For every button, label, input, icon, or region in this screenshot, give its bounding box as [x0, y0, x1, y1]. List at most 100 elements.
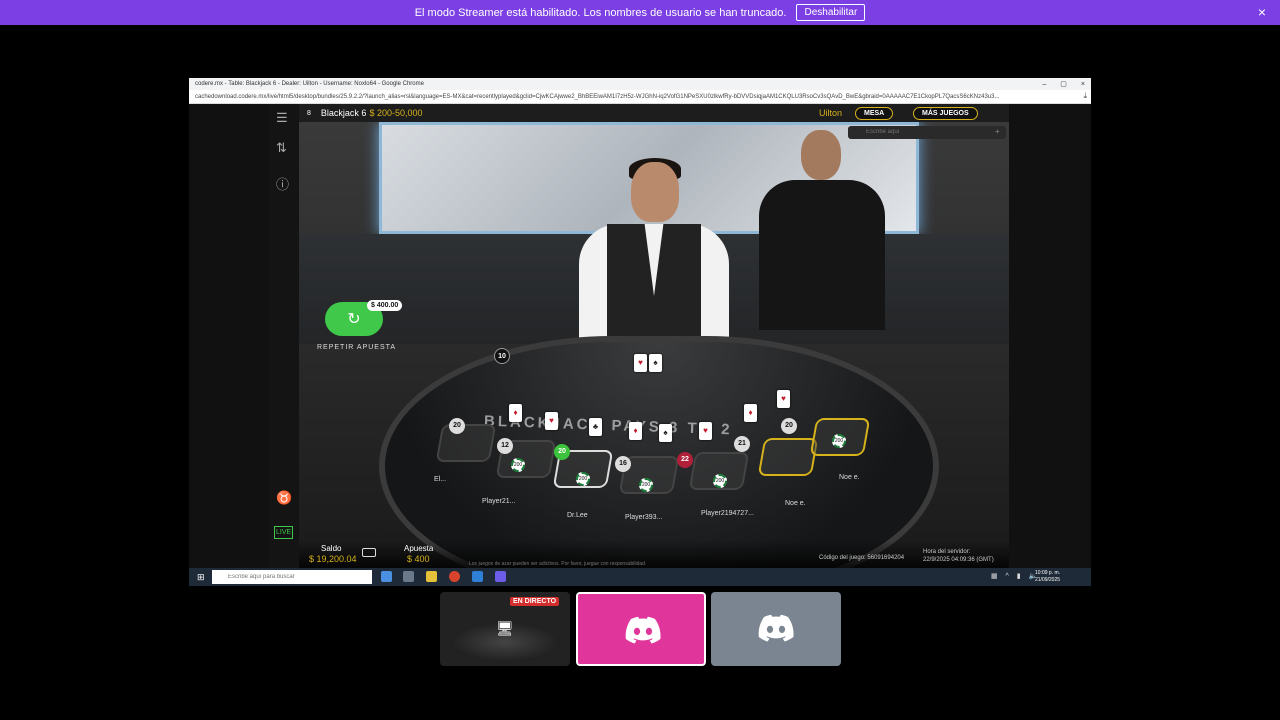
menu-icon[interactable]: ☰	[276, 110, 288, 126]
window-title: codere.mx - Table: Blackjack 6 - Dealer:…	[195, 81, 424, 87]
clock-time: 10:09 p. m.	[1035, 570, 1061, 576]
player-card: ♠	[659, 424, 672, 442]
hand-score: 21	[734, 436, 750, 452]
player-card: ♦	[629, 422, 642, 440]
bet-label: Apuesta	[404, 544, 434, 553]
screen-share-icon: 🖥	[496, 620, 514, 636]
discord-app-icon[interactable]	[495, 571, 506, 582]
deck-counter: 10	[494, 348, 510, 364]
player-name: Noe e.	[785, 500, 806, 507]
browser-window: codere.mx - Table: Blackjack 6 - Dealer:…	[189, 78, 1091, 586]
stream-preview-tile[interactable]: EN DIRECTO 🖥	[440, 592, 570, 666]
mesa-button[interactable]: MESA	[855, 107, 894, 120]
bet-chip: 200	[832, 434, 846, 448]
bet-chip: 200	[576, 472, 590, 486]
game-sidebar: ☰ ⇅ ⓘ ♉ LIVE	[269, 104, 299, 586]
discord-icon	[758, 614, 794, 642]
table-name: Blackjack 6	[320, 108, 367, 118]
url-text: cachedownload.codere.mx/live/html5/deskt…	[195, 93, 1000, 100]
balance-value: $ 19,200.04	[309, 554, 357, 564]
dealer-card: ♥	[634, 354, 647, 372]
more-games-button[interactable]: MÁS JUEGOS	[913, 107, 978, 120]
address-bar[interactable]: cachedownload.codere.mx/live/html5/deskt…	[189, 90, 1091, 104]
rebet-amount: $ 400.00	[367, 300, 403, 311]
live-video-scene: BLACKJACK PAYS 3 TO 2 ♥ ♠ ♦ ♥ ♣ ♦ ♠ ♥ ♦ …	[299, 122, 1009, 568]
streamer-mode-banner: El modo Streamer está habilitado. Los no…	[0, 0, 1280, 25]
discord-icon	[625, 616, 661, 644]
player-card: ♦	[744, 404, 757, 422]
bet-value: $ 400	[407, 554, 430, 564]
banner-message: El modo Streamer está habilitado. Los no…	[414, 6, 787, 19]
bet-chip: 200	[511, 458, 525, 472]
balance-toggle-icon[interactable]	[362, 548, 376, 557]
bet-chip: 200	[713, 474, 727, 488]
bet-spot-1[interactable]	[435, 424, 497, 462]
dealer-person	[569, 158, 739, 364]
discord-user-tile[interactable]	[576, 592, 706, 666]
dealer-card: ♠	[649, 354, 662, 372]
player-card: ♣	[589, 418, 602, 436]
table-limits: $ 200-50,000	[369, 108, 423, 118]
server-time-value: 22/9/2025 04:09:36 (GMT)	[923, 557, 994, 563]
game-bottombar: Saldo $ 19,200.04 Apuesta $ 400 Los jueg…	[299, 540, 1009, 568]
live-icon[interactable]: LIVE	[274, 526, 294, 539]
app-icon[interactable]	[472, 571, 483, 582]
player-card: ♥	[777, 390, 790, 408]
hand-score: 16	[615, 456, 631, 472]
window-controls: – ▢ ×	[1042, 78, 1085, 90]
close-window-icon[interactable]: ×	[1081, 81, 1085, 88]
info-icon[interactable]: ⓘ	[276, 174, 289, 193]
window-titlebar: codere.mx - Table: Blackjack 6 - Dealer:…	[189, 78, 1091, 90]
player-name: Noe e.	[839, 474, 860, 481]
player-name: El...	[434, 476, 447, 483]
chrome-icon[interactable]	[449, 571, 460, 582]
shuffler-person	[749, 126, 889, 330]
disclaimer-text: Los juegos de azar pueden ser adictivos.…	[469, 561, 647, 567]
taskbar-clock[interactable]: 10:09 p. m. 21/09/2025	[1035, 570, 1060, 584]
close-icon[interactable]: ×	[1258, 4, 1266, 20]
windows-taskbar: ⊞ ▦ ^ ▮ 🔈 10:09 p. m. 21/09/2025	[189, 568, 1091, 586]
player-card: ♥	[699, 422, 712, 440]
download-icon[interactable]: ⤓	[1083, 91, 1087, 101]
player-card: ♥	[545, 412, 558, 430]
seat-count: 8	[307, 109, 311, 117]
game-frame: ☰ ⇅ ⓘ ♉ LIVE 8 Blackjack 6 $ 200-50,000 …	[269, 104, 1009, 586]
player-name: Dr.Lee	[567, 512, 588, 519]
hand-score: 22	[677, 452, 693, 468]
hand-score: 20	[554, 444, 570, 460]
balance-label: Saldo	[321, 544, 342, 553]
hand-score: 12	[497, 438, 513, 454]
game-code: Código del juego: 56091694204	[819, 555, 905, 561]
folder-icon[interactable]	[426, 571, 437, 582]
bet-chip: 200	[639, 478, 653, 492]
server-time-label: Hora del servidor:	[923, 549, 971, 555]
stream-thumbnails: EN DIRECTO 🖥	[440, 592, 842, 667]
chat-add-icon[interactable]: +	[995, 127, 1000, 136]
player-name: Player21...	[482, 498, 516, 505]
player-card: ♦	[509, 404, 522, 422]
hand-score: 20	[449, 418, 465, 434]
player-name: Player393...	[625, 514, 663, 521]
minimize-icon[interactable]: –	[1042, 81, 1046, 88]
game-topbar: 8 Blackjack 6 $ 200-50,000 Uilton MESA M…	[299, 104, 1009, 122]
dealer-name: Uilton	[819, 108, 843, 118]
server-time: Hora del servidor: 22/9/2025 04:09:36 (G…	[923, 548, 994, 564]
chat-input[interactable]	[848, 126, 1006, 139]
rebet-icon: ↻	[347, 311, 361, 328]
app-icon[interactable]	[381, 571, 392, 582]
tips-icon[interactable]: ♉	[276, 490, 292, 506]
bet-spot-6[interactable]	[757, 438, 819, 476]
taskbar-search-input[interactable]	[212, 570, 372, 584]
system-tray[interactable]: ▦ ^ ▮ 🔈	[991, 572, 1040, 580]
discord-user-tile[interactable]	[711, 592, 841, 666]
sort-icon[interactable]: ⇅	[276, 140, 287, 156]
hand-score: 20	[781, 418, 797, 434]
disable-streamer-button[interactable]: Deshabilitar	[796, 4, 866, 21]
rebet-label: REPETIR APUESTA	[317, 344, 397, 351]
windows-start-icon[interactable]: ⊞	[197, 572, 205, 583]
maximize-icon[interactable]: ▢	[1060, 80, 1067, 88]
app-icon[interactable]	[403, 571, 414, 582]
player-name: Player2194727...	[701, 510, 754, 517]
live-badge: EN DIRECTO	[510, 597, 560, 606]
clock-date: 21/09/2025	[1035, 577, 1061, 583]
